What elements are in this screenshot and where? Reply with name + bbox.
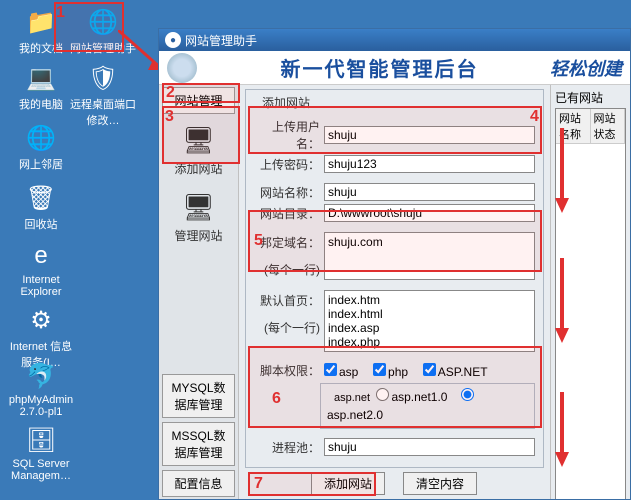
desktop-app-icon: 💻 <box>25 62 57 94</box>
nav-mssql[interactable]: MSSQL数据库管理 <box>162 422 235 466</box>
site-name-label: 网站名称： <box>254 184 320 201</box>
desktop-app-icon: 🐬 <box>25 360 57 392</box>
desktop-app-icon: ⚙ <box>25 304 57 336</box>
upload-pass-label: 上传密码： <box>254 156 320 173</box>
annotation-num-7: 7 <box>254 475 263 493</box>
desktop-icon-label: Internet Explorer <box>6 274 76 298</box>
nav-config[interactable]: 配置信息 <box>162 470 235 497</box>
desktop-icon-label: SQL Server Managem… <box>6 458 76 482</box>
banner-subtitle: 轻松创建 <box>550 55 622 81</box>
sidebar-manage-site[interactable]: 🖥 管理网站 <box>159 183 238 250</box>
annotation-num-1: 1 <box>56 4 65 22</box>
annotation-num-2: 2 <box>166 84 175 102</box>
site-name-input[interactable] <box>324 183 535 201</box>
desktop-app-icon: e <box>25 240 57 272</box>
existing-sites-title: 已有网站 <box>555 89 626 106</box>
sidebar-manage-label: 管理网站 <box>159 227 238 244</box>
desktop-icon-label: phpMyAdmin 2.7.0-pl1 <box>6 394 76 418</box>
clear-button[interactable]: 清空内容 <box>403 472 477 495</box>
globe-icon <box>167 53 197 83</box>
desktop-icon-label: 我的电脑 <box>6 96 76 112</box>
annotation-arrow-4 <box>552 128 572 218</box>
titlebar[interactable]: ● 网站管理助手 <box>159 29 630 51</box>
desktop-app-icon: 🌐 <box>25 122 57 154</box>
desktop-app-icon: 🗄 <box>25 424 57 456</box>
desktop-icon[interactable]: 🗄SQL Server Managem… <box>6 424 76 482</box>
desktop-icon[interactable]: 🗑 回收站 <box>6 182 76 232</box>
desktop-icon-label: 网上邻居 <box>6 156 76 172</box>
desktop-app-icon: 🗑 <box>25 182 57 214</box>
desktop-app-icon: 📁 <box>25 6 57 38</box>
annotation-num-5: 5 <box>254 232 263 250</box>
annotation-num-4: 4 <box>530 108 539 126</box>
default-page-textarea[interactable] <box>324 290 535 352</box>
annotation-num-6: 6 <box>272 390 281 408</box>
window-title: 网站管理助手 <box>185 32 257 49</box>
annotation-box-7 <box>248 472 376 496</box>
desktop-icon[interactable]: 💻 我的电脑 <box>6 62 76 112</box>
col-site-status: 网站状态 <box>591 109 626 143</box>
desktop-icon[interactable]: eInternet Explorer <box>6 240 76 298</box>
annotation-box-6 <box>248 346 542 428</box>
annotation-arrow-6 <box>552 392 572 472</box>
default-page-label: 默认首页： <box>254 292 320 309</box>
pool-label: 进程池： <box>254 439 320 456</box>
annotation-arrow-5 <box>552 258 572 348</box>
banner: 新一代智能管理后台 轻松创建 <box>159 51 630 85</box>
desktop-app-icon: 🛡 <box>87 62 119 94</box>
annotation-num-3: 3 <box>165 108 174 126</box>
app-icon: ● <box>165 32 181 48</box>
desktop-icon-label: 远程桌面端口修改… <box>68 96 138 128</box>
desktop-icon[interactable]: 🐬phpMyAdmin 2.7.0-pl1 <box>6 360 76 418</box>
annotation-box-5 <box>248 210 542 272</box>
monitor-icon: 🖥 <box>179 189 219 225</box>
banner-title: 新一代智能管理后台 <box>209 53 550 82</box>
nav-mysql[interactable]: MYSQL数据库管理 <box>162 374 235 418</box>
annotation-box-4 <box>248 106 542 154</box>
default-page-note: (每个一行) <box>254 319 320 336</box>
pool-input[interactable] <box>324 438 535 456</box>
upload-pass-input[interactable] <box>324 155 535 173</box>
desktop-icon[interactable]: 🌐 网上邻居 <box>6 122 76 172</box>
desktop-icon-label: 回收站 <box>6 216 76 232</box>
